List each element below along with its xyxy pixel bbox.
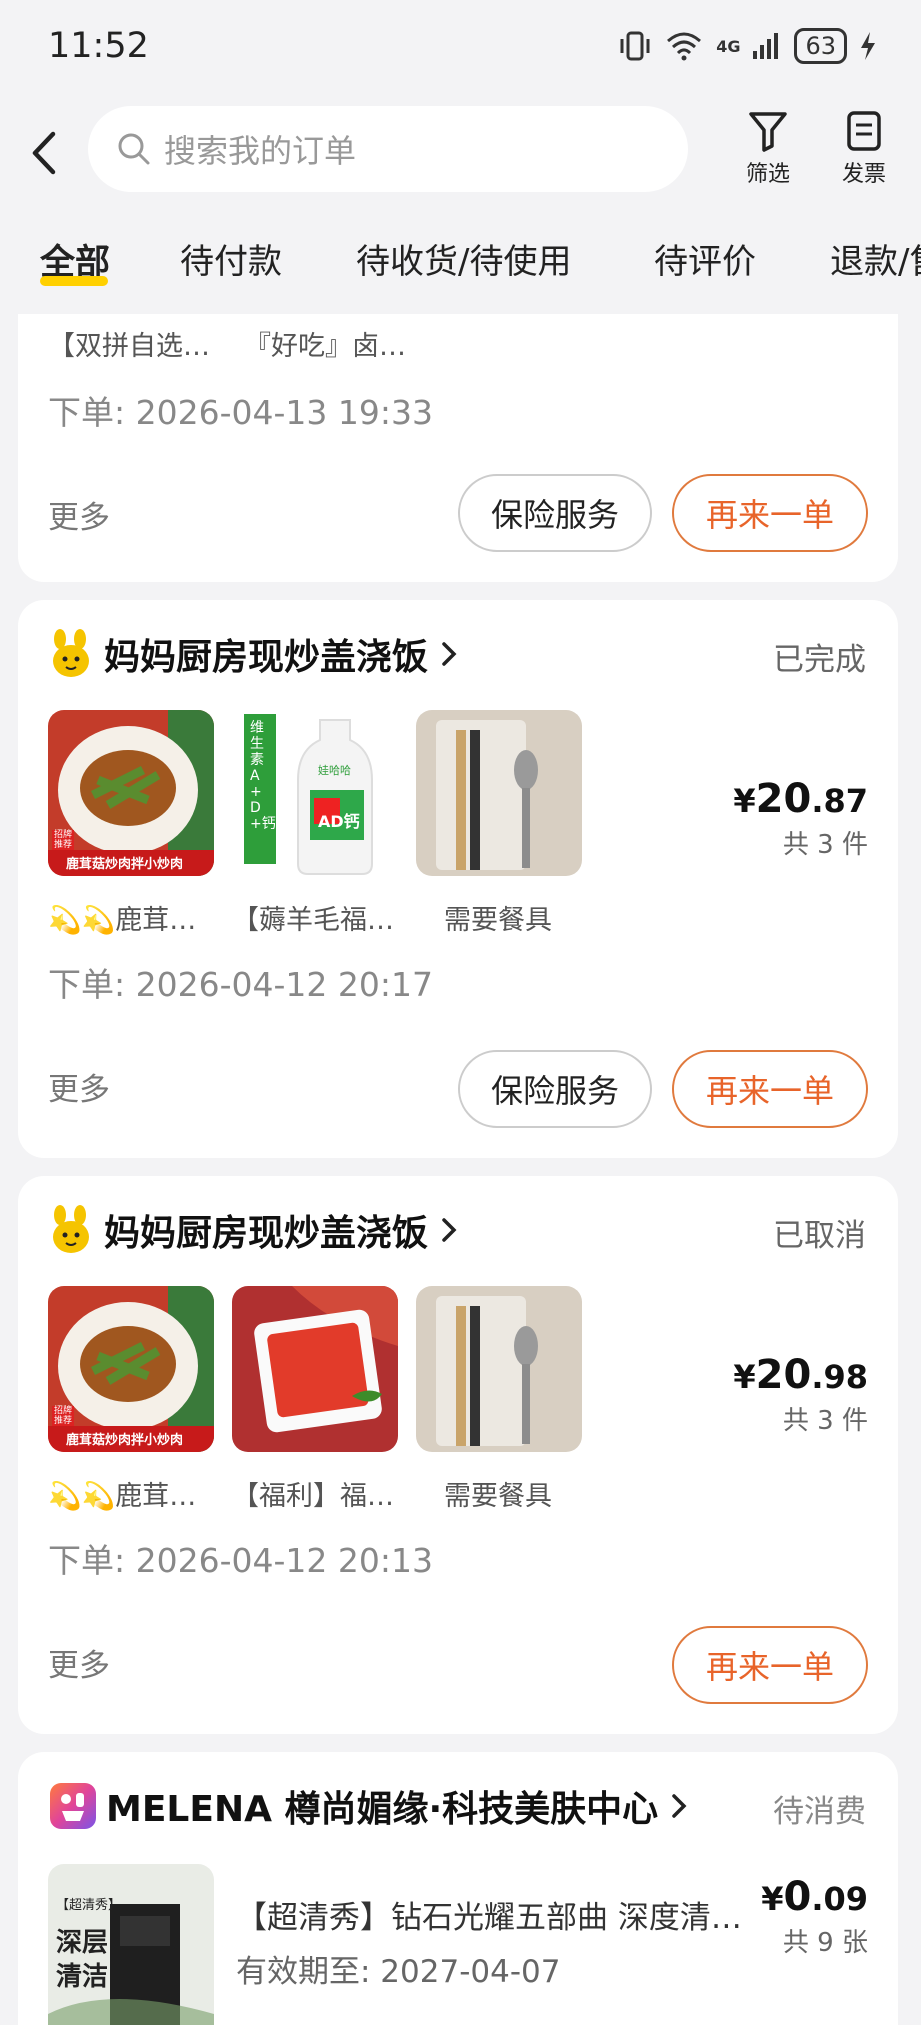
invoice-icon bbox=[847, 111, 881, 151]
status-time: 11:52 bbox=[48, 26, 149, 66]
insurance-service-button[interactable]: 保险服务 bbox=[458, 1050, 652, 1128]
shop-name: 妈妈厨房现炒盖浇饭 bbox=[104, 637, 429, 678]
insurance-service-button[interactable]: 保险服务 bbox=[458, 474, 652, 552]
thumb-title-1: 深层 bbox=[56, 1928, 109, 1958]
order-price: ¥0.09 共 9 张 bbox=[761, 1874, 868, 1959]
search-input[interactable]: 搜索我的订单 bbox=[88, 106, 688, 192]
bottle-ad: AD钙 bbox=[318, 812, 360, 831]
price-symbol: ¥ bbox=[733, 1358, 756, 1396]
order-tabs: 全部 待付款 待收货/待使用 待评价 退款/售后 bbox=[0, 214, 921, 314]
tab-pending-payment[interactable]: 待付款 bbox=[180, 234, 282, 283]
thumb-title-2: 清洁 bbox=[56, 1962, 109, 1992]
order-time: 下单: 2026-04-12 20:17 bbox=[48, 965, 433, 1004]
invoice-label: 发票 bbox=[841, 162, 886, 187]
order-status: 待消费 bbox=[773, 1794, 866, 1830]
item-label: 【薅羊毛福… bbox=[232, 905, 394, 936]
price-symbol: ¥ bbox=[761, 1880, 784, 1918]
item-label: 💫💫鹿茸… bbox=[48, 905, 197, 936]
price-decimal: .98 bbox=[811, 1358, 868, 1396]
active-tab-indicator bbox=[40, 276, 108, 286]
network-type: 4G bbox=[716, 36, 741, 56]
reorder-button[interactable]: 再来一单 bbox=[672, 1050, 868, 1128]
badge-caption: 招牌推荐 bbox=[52, 1406, 74, 1426]
item-label: 『好吃』卤… bbox=[244, 331, 406, 362]
order-card[interactable]: MELENA 樽尚媚缘·科技美肤中心 待消费 【超清秀】 深层 清洁 【超清秀】… bbox=[18, 1752, 898, 2025]
order-time: 下单: 2026-04-13 19:33 bbox=[48, 393, 433, 432]
order-time: 下单: 2026-04-12 20:13 bbox=[48, 1541, 433, 1580]
more-button[interactable]: 更多 bbox=[48, 1640, 110, 1685]
signal-icon bbox=[753, 33, 779, 59]
price-integer: 20 bbox=[755, 1352, 812, 1398]
status-icons: 4G 63 bbox=[618, 28, 877, 64]
wifi-icon bbox=[667, 32, 702, 61]
price-decimal: .09 bbox=[811, 1880, 868, 1918]
chevron-right-icon bbox=[442, 1218, 457, 1242]
header: 搜索我的订单 筛选 发票 bbox=[0, 92, 921, 214]
shop-name: 妈妈厨房现炒盖浇饭 bbox=[104, 1213, 429, 1254]
item-label: 【福利】福… bbox=[232, 1481, 394, 1512]
order-card[interactable]: 妈妈厨房现炒盖浇饭 已取消 鹿茸菇炒肉拌小炒肉 招牌推荐 💫💫鹿茸… 【福利】福… bbox=[18, 1176, 898, 1734]
more-button[interactable]: 更多 bbox=[48, 492, 110, 537]
shop-name: MELENA 樽尚媚缘·科技美肤中心 bbox=[106, 1789, 659, 1830]
tab-refund[interactable]: 退款/售后 bbox=[830, 234, 921, 283]
badge-caption: 招牌推荐 bbox=[52, 830, 74, 850]
price-symbol: ¥ bbox=[733, 782, 756, 820]
order-card[interactable]: 【双拼自选… 『好吃』卤… 下单: 2026-04-13 19:33 更多 保险… bbox=[18, 314, 898, 582]
product-image[interactable] bbox=[416, 710, 582, 876]
order-price: ¥20.98 共 3 件 bbox=[733, 1352, 868, 1437]
shop-link[interactable]: MELENA 樽尚媚缘·科技美肤中心 bbox=[50, 1780, 690, 1832]
dish-caption: 鹿茸菇炒肉拌小炒肉 bbox=[66, 1433, 184, 1448]
item-label: 需要餐具 bbox=[444, 905, 552, 936]
chevron-right-icon bbox=[442, 642, 457, 666]
price-decimal: .87 bbox=[811, 782, 868, 820]
search-icon bbox=[118, 133, 150, 165]
shop-mascot-icon bbox=[53, 629, 89, 677]
price-integer: 20 bbox=[755, 776, 812, 822]
battery-icon: 63 bbox=[794, 28, 847, 64]
bottle-side-text: 维生素A+D+钙 bbox=[250, 720, 276, 832]
product-image[interactable]: 维生素A+D+钙 娃哈哈 AD钙 bbox=[232, 710, 398, 876]
item-title: 【超清秀】钻石光耀五部曲 深度清… bbox=[236, 1900, 742, 1936]
order-card[interactable]: 妈妈厨房现炒盖浇饭 已完成 鹿茸菇炒肉拌小炒肉 招牌推荐 维生素A+D+钙 娃哈… bbox=[18, 600, 898, 1158]
item-count: 共 3 件 bbox=[782, 830, 868, 860]
product-image[interactable]: 【超清秀】 深层 清洁 bbox=[48, 1864, 214, 2025]
chevron-right-icon bbox=[672, 1794, 687, 1818]
invoice-button[interactable]: 发票 bbox=[824, 110, 904, 188]
product-image[interactable] bbox=[232, 1286, 398, 1452]
product-image[interactable]: 鹿茸菇炒肉拌小炒肉 招牌推荐 bbox=[48, 1286, 214, 1452]
search-placeholder: 搜索我的订单 bbox=[164, 132, 357, 170]
price-integer: 0 bbox=[783, 1874, 812, 1920]
filter-label: 筛选 bbox=[745, 162, 790, 187]
filter-icon bbox=[749, 112, 787, 152]
charging-icon bbox=[861, 32, 875, 60]
item-count: 共 9 张 bbox=[782, 1928, 868, 1958]
reorder-button[interactable]: 再来一单 bbox=[672, 1626, 868, 1704]
shop-link[interactable]: 妈妈厨房现炒盖浇饭 bbox=[48, 1204, 460, 1256]
shop-mascot-icon bbox=[53, 1205, 89, 1253]
item-label: 需要餐具 bbox=[444, 1481, 552, 1512]
thumb-tag: 【超清秀】 bbox=[56, 1898, 122, 1913]
more-button[interactable]: 更多 bbox=[48, 1064, 110, 1109]
shop-link[interactable]: 妈妈厨房现炒盖浇饭 bbox=[48, 628, 460, 680]
beauty-shop-icon bbox=[50, 1783, 96, 1829]
back-button[interactable] bbox=[0, 113, 88, 193]
item-label: 💫💫鹿茸… bbox=[48, 1481, 197, 1512]
order-status: 已完成 bbox=[773, 642, 866, 678]
reorder-button[interactable]: 再来一单 bbox=[672, 474, 868, 552]
dish-caption: 鹿茸菇炒肉拌小炒肉 bbox=[66, 857, 184, 872]
tab-pending-review[interactable]: 待评价 bbox=[654, 234, 756, 283]
vibrate-icon bbox=[620, 31, 650, 61]
bottle-brand: 娃哈哈 bbox=[318, 764, 351, 777]
tab-pending-receipt[interactable]: 待收货/待使用 bbox=[356, 234, 571, 283]
item-label: 【双拼自选… bbox=[48, 331, 210, 362]
order-status: 已取消 bbox=[773, 1218, 866, 1254]
product-image[interactable] bbox=[416, 1286, 582, 1452]
order-price: ¥20.87 共 3 件 bbox=[733, 776, 868, 861]
filter-button[interactable]: 筛选 bbox=[728, 110, 808, 188]
chevron-left-icon bbox=[32, 131, 56, 175]
item-count: 共 3 件 bbox=[782, 1406, 868, 1436]
status-bar: 11:52 4G 63 bbox=[0, 0, 921, 92]
product-image[interactable]: 鹿茸菇炒肉拌小炒肉 招牌推荐 bbox=[48, 710, 214, 876]
validity-date: 有效期至: 2027-04-07 bbox=[236, 1954, 561, 1990]
